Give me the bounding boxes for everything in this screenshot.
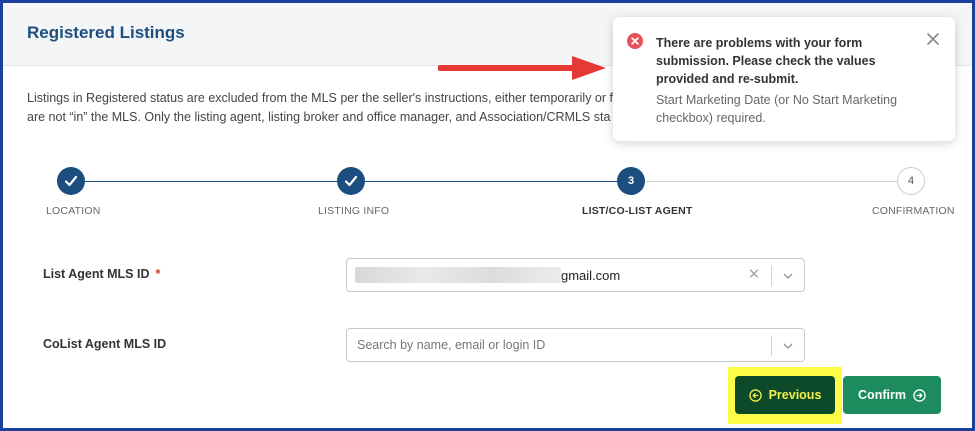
- step-connector-1: [71, 181, 351, 182]
- checkmark-icon: [344, 175, 358, 187]
- colist-agent-select[interactable]: Search by name, email or login ID: [346, 328, 805, 362]
- select-separator: [771, 266, 772, 286]
- confirm-button-label: Confirm: [858, 388, 906, 402]
- error-icon: [627, 33, 643, 49]
- close-icon[interactable]: [925, 31, 941, 47]
- redacted-email: [355, 267, 561, 283]
- toast-message: Start Marketing Date (or No Start Market…: [656, 93, 898, 125]
- previous-button[interactable]: Previous: [735, 376, 835, 414]
- step-label-listing-info: LISTING INFO: [318, 205, 390, 217]
- list-agent-label: List Agent MLS ID *: [43, 267, 160, 281]
- arrow-right-circle-icon: [913, 388, 926, 402]
- checkmark-icon: [64, 175, 78, 187]
- clear-icon[interactable]: ✕: [746, 267, 762, 283]
- step-3-active: 3: [617, 167, 645, 195]
- arrow-left-circle-icon: [748, 388, 762, 402]
- colist-agent-placeholder: Search by name, email or login ID: [357, 338, 546, 352]
- red-arrow-annotation: [438, 56, 606, 80]
- page-frame: Registered Listings Listings in Register…: [0, 0, 975, 431]
- page-title: Registered Listings: [27, 23, 185, 42]
- chevron-down-icon[interactable]: [782, 340, 794, 352]
- required-asterisk: *: [155, 267, 161, 281]
- step-connector-2: [351, 181, 631, 182]
- step-1-complete: [57, 167, 85, 195]
- progress-stepper: 3 4 LOCATION LISTING INFO LIST/CO-LIST A…: [3, 163, 972, 223]
- previous-button-label: Previous: [768, 388, 822, 402]
- error-toast: There are problems with your form submis…: [613, 17, 955, 141]
- step-label-confirmation: CONFIRMATION: [872, 205, 955, 217]
- select-separator: [771, 336, 772, 356]
- colist-agent-label: CoList Agent MLS ID: [43, 337, 167, 351]
- step-4-pending: 4: [897, 167, 925, 195]
- toast-title: There are problems with your form submis…: [656, 36, 876, 86]
- step-label-location: LOCATION: [46, 205, 101, 217]
- chevron-down-icon[interactable]: [782, 270, 794, 282]
- confirm-button[interactable]: Confirm: [843, 376, 941, 414]
- list-agent-select[interactable]: gmail.com ✕: [346, 258, 805, 292]
- step-2-complete: [337, 167, 365, 195]
- list-agent-value: gmail.com: [561, 268, 621, 283]
- list-agent-label-text: List Agent MLS ID: [43, 267, 150, 281]
- step-label-list-agent: LIST/CO-LIST AGENT: [582, 205, 693, 217]
- step-connector-3: [631, 181, 911, 182]
